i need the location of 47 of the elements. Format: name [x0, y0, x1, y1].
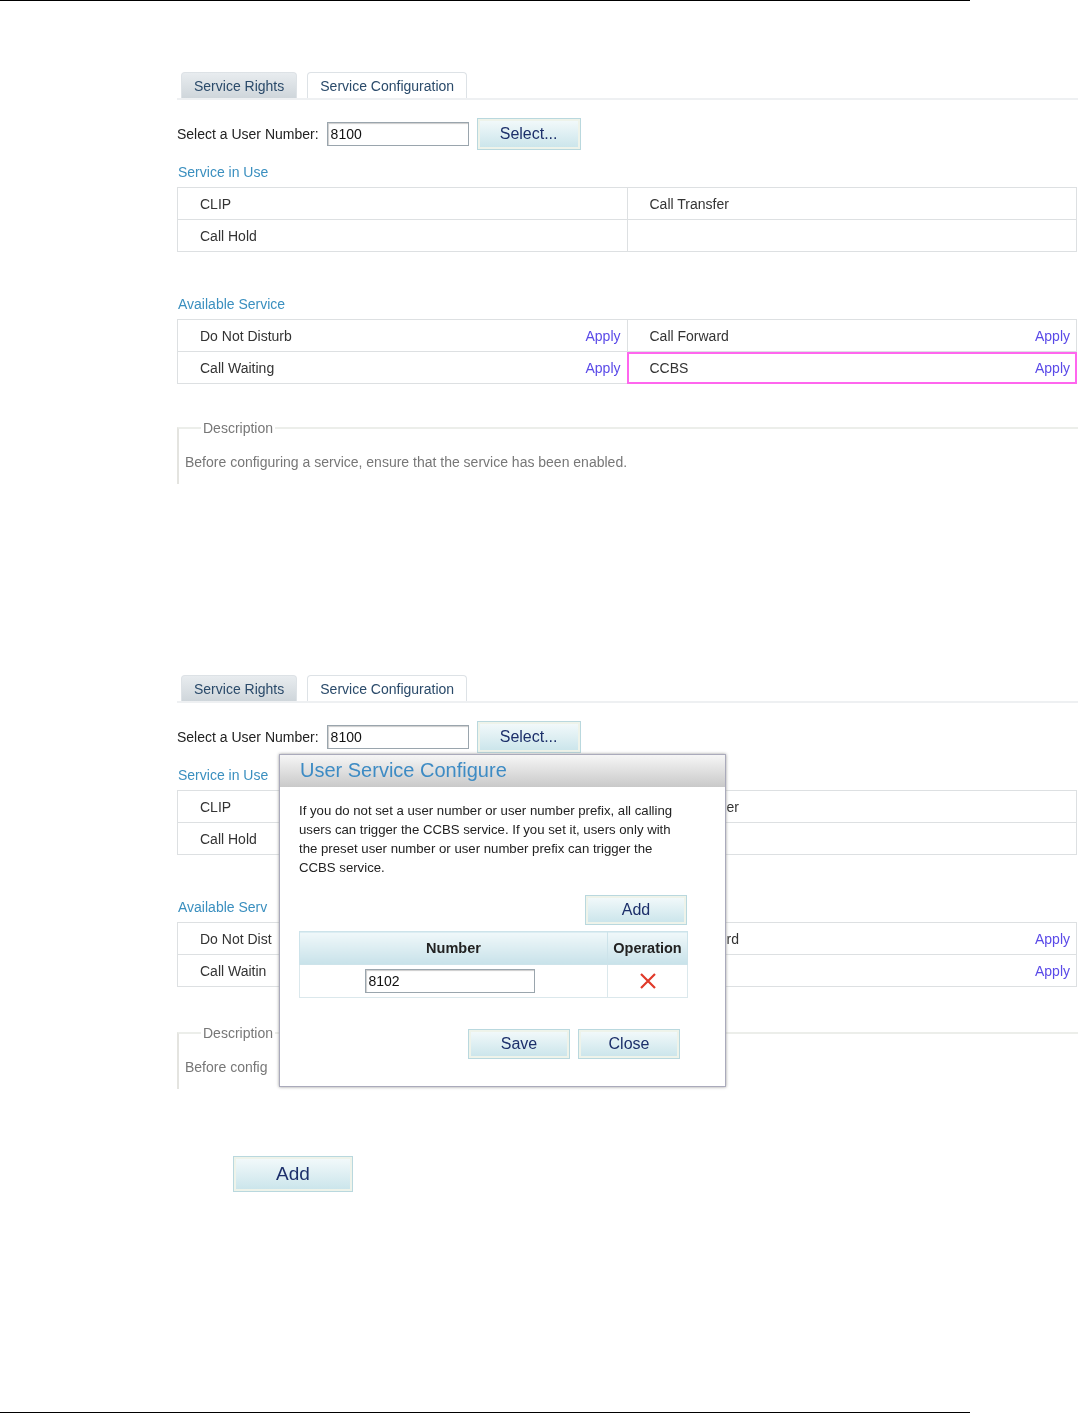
panel-legend: Description [201, 1025, 276, 1041]
service-name: Call Transfer [649, 195, 729, 212]
dialog-title: User Service Configure [280, 755, 725, 787]
description-text: Before configuring a service, ensure that the service has been enabled. [185, 454, 628, 470]
service-name: Do Not Dist [200, 930, 272, 947]
panel-legend: Description [201, 420, 276, 436]
apply-link[interactable]: Apply [585, 327, 621, 344]
service-name: Do Not Disturb [200, 327, 292, 344]
service-name: CLIP [200, 798, 232, 815]
column-header: Operation [607, 931, 688, 965]
apply-link[interactable]: Apply [1034, 962, 1070, 979]
service-name: Call Waiting [200, 359, 275, 376]
column-header: Number [299, 931, 608, 965]
dialog-message: If you do not set a user number or user number prefix, all calling users can trigger the CCBS service. If you set it, users only with the preset user number or user number prefix can trigger the CCBS service. [299, 802, 674, 877]
field-label: Select a User Number: [177, 126, 319, 142]
section-heading: Service in Use [178, 164, 269, 180]
add-button[interactable]: Add [585, 895, 687, 925]
select-button[interactable]: Select... [476, 118, 581, 150]
dialog-button[interactable]: Save [468, 1029, 570, 1059]
number-field[interactable]: 8102 [364, 969, 535, 993]
service-name: Call Waitin [200, 962, 267, 979]
section-heading: Service in Use [178, 767, 269, 783]
section-heading: Available Serv [178, 899, 268, 915]
description-text: Before config [185, 1059, 268, 1075]
dialog-button[interactable]: Close [578, 1029, 680, 1059]
field-label: Select a User Number: [177, 729, 319, 745]
apply-link[interactable]: Apply [585, 359, 621, 376]
apply-link[interactable]: Apply [1034, 327, 1070, 344]
service-name: CLIP [200, 195, 232, 212]
section-heading: Available Service [178, 296, 286, 312]
tab[interactable]: Service Configuration [307, 675, 468, 701]
tab[interactable]: Service Rights [181, 72, 298, 98]
apply-link[interactable]: Apply [1034, 359, 1070, 376]
service-name: Call Hold [200, 227, 257, 244]
service-name: Call Forward [649, 327, 729, 344]
service-name: Call Hold [200, 830, 257, 847]
service-name: er [726, 798, 739, 815]
service-name: CCBS [649, 359, 689, 376]
apply-link[interactable]: Apply [1034, 930, 1070, 947]
user-number-field[interactable]: 8100 [326, 725, 469, 749]
user-number-field[interactable]: 8100 [326, 122, 469, 146]
service-name: rd [726, 930, 739, 947]
tab[interactable]: Service Configuration [307, 72, 468, 98]
tab[interactable]: Service Rights [181, 675, 298, 701]
select-button[interactable]: Select... [476, 721, 581, 753]
delete-icon[interactable] [638, 972, 657, 991]
add-button[interactable]: Add [233, 1156, 353, 1192]
